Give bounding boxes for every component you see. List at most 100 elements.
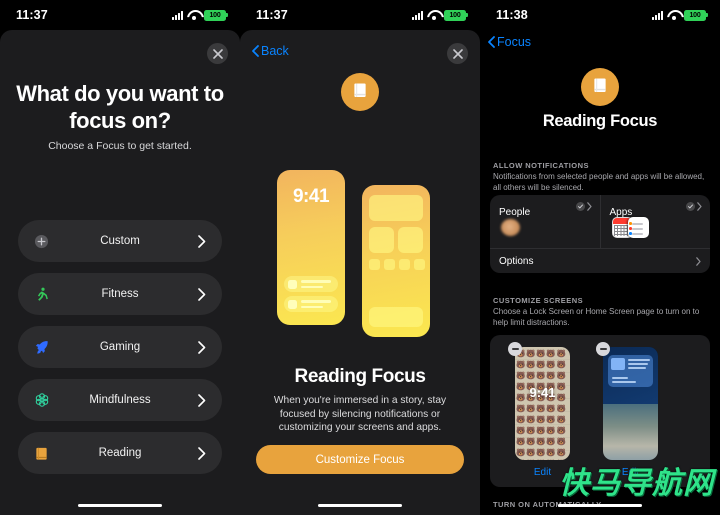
wifi-icon: [427, 10, 440, 20]
book-icon: [351, 81, 369, 104]
close-glyph: [452, 48, 463, 59]
people-label: People: [499, 207, 531, 218]
widget-text-line: [628, 367, 646, 369]
app-placeholder: [414, 259, 425, 270]
notification-app-icon: [288, 299, 297, 309]
apps-controls[interactable]: [686, 202, 702, 211]
notification-placeholder: [284, 296, 338, 312]
nav-back-label: Focus: [497, 35, 532, 49]
chevron-right-icon: [198, 393, 206, 407]
widget-placeholder: [398, 227, 423, 253]
focus-title: Reading Focus: [294, 366, 426, 387]
reminder-line: [631, 227, 643, 230]
home-screen-preview[interactable]: N Edit: [596, 342, 658, 478]
app-placeholder: [399, 259, 410, 270]
chevron-left-icon: [252, 45, 259, 57]
reminder-line: [631, 222, 643, 225]
status-time: 11:37: [256, 8, 288, 22]
widget-thumbnail: [611, 358, 625, 370]
close-glyph: [212, 48, 223, 59]
person-avatar: [501, 219, 520, 236]
focus-option-mindfulness[interactable]: Mindfulness: [18, 379, 222, 421]
battery-full-icon: 100: [204, 9, 226, 21]
focus-option-fitness[interactable]: Fitness: [18, 273, 222, 315]
check-circle-icon: [686, 202, 695, 211]
widget-text-line: [628, 359, 650, 361]
nav-back-button[interactable]: Focus: [488, 35, 531, 49]
minus-circle-icon[interactable]: [596, 342, 610, 356]
people-controls[interactable]: [575, 202, 592, 211]
apps-cell[interactable]: Apps: [599, 195, 711, 248]
widget-text-line: [628, 363, 648, 365]
notification-line: [301, 280, 331, 283]
wifi-icon: [667, 10, 680, 20]
battery-full-icon: 100: [444, 9, 466, 21]
cellular-signal-icon: [172, 10, 183, 20]
close-icon[interactable]: [207, 43, 228, 64]
app-placeholder: [369, 259, 380, 270]
reminder-line: [631, 232, 643, 235]
home-indicator[interactable]: [558, 503, 642, 507]
status-bar: 11:38 100: [480, 0, 720, 30]
focus-option-reading[interactable]: Reading: [18, 432, 222, 474]
battery-full-icon: 100: [684, 9, 706, 21]
status-time: 11:37: [16, 8, 48, 22]
chevron-left-icon: [488, 36, 495, 48]
cellular-signal-icon: [412, 10, 423, 20]
cellular-signal-icon: [652, 10, 663, 20]
back-button[interactable]: Back: [252, 44, 289, 58]
notification-line: [301, 305, 323, 308]
allow-notifications-header: ALLOW NOTIFICATIONS: [493, 161, 589, 170]
focus-badge: [341, 73, 379, 111]
notification-line: [301, 300, 331, 303]
book-icon: [591, 76, 609, 99]
close-icon[interactable]: [447, 43, 468, 64]
chevron-right-icon: [198, 287, 206, 301]
phone-panel-2: 11:37 100 Back 9:41 Reading Focus When y…: [240, 0, 480, 515]
chevron-right-icon: [198, 234, 206, 248]
chevron-right-icon: [696, 256, 701, 266]
status-time: 11:38: [496, 8, 528, 22]
focus-option-custom[interactable]: Custom: [18, 220, 222, 262]
allow-notifications-card: People Apps Options: [490, 195, 710, 273]
allowed-app-icons: [611, 217, 649, 238]
chevron-right-icon: [697, 202, 702, 211]
status-indicators: 100: [652, 9, 706, 21]
widget-placeholder: [369, 195, 423, 221]
options-row[interactable]: Options: [490, 248, 710, 273]
reminders-app-icon: [627, 217, 649, 238]
chevron-right-icon: [198, 340, 206, 354]
home-indicator[interactable]: [318, 503, 402, 507]
focus-badge: [581, 68, 619, 106]
customize-screens-description: Choose a Lock Screen or Home Screen page…: [493, 307, 700, 327]
lock-screen-preview[interactable]: 🐻🐻🐻🐻🐻🐻🐻🐻🐻🐻🐻🐻🐻🐻🐻🐻🐻🐻🐻🐻🐻🐻🐻🐻🐻🐻🐻🐻🐻🐻🐻🐻🐻🐻🐻🐻🐻🐻🐻🐻…: [508, 342, 570, 478]
page-title: What do you want to focus on?: [16, 81, 224, 133]
focus-picker-sheet: What do you want to focus on? Choose a F…: [0, 30, 240, 515]
lock-screen-preview: 9:41: [277, 170, 345, 325]
lock-screen-time: 9:41: [292, 186, 330, 207]
chevron-right-icon: [586, 202, 592, 211]
phone-panel-3: 11:38 100 Focus Reading Focus ALLOW NOTI…: [480, 0, 720, 515]
book-icon: [33, 445, 50, 462]
lock-screen-frame: 🐻🐻🐻🐻🐻🐻🐻🐻🐻🐻🐻🐻🐻🐻🐻🐻🐻🐻🐻🐻🐻🐻🐻🐻🐻🐻🐻🐻🐻🐻🐻🐻🐻🐻🐻🐻🐻🐻🐻🐻…: [515, 347, 570, 460]
home-indicator[interactable]: [78, 503, 162, 507]
status-indicators: 100: [412, 9, 466, 21]
focus-illustration: 9:41: [240, 170, 480, 340]
people-cell[interactable]: People: [490, 195, 600, 248]
dock-placeholder: [369, 307, 423, 327]
screenshot-stage: 11:37 100 What do you want to focus on? …: [0, 0, 720, 515]
customize-focus-button[interactable]: Customize Focus: [256, 445, 464, 474]
check-circle-icon: [575, 202, 585, 211]
focus-option-gaming[interactable]: Gaming: [18, 326, 222, 368]
status-bar: 11:37 100: [0, 0, 240, 30]
page-title: Reading Focus: [542, 112, 658, 130]
customize-screens-header: CUSTOMIZE SCREENS: [493, 296, 584, 305]
site-watermark: 快马导航网: [559, 466, 714, 501]
home-screen-frame: N: [603, 347, 658, 460]
widget-text-line: [612, 377, 628, 379]
focus-description: When you're immersed in a story, stay fo…: [273, 395, 447, 433]
home-screen-wallpaper: [603, 404, 658, 460]
rocket-icon: [33, 339, 50, 356]
back-button-label: Back: [261, 44, 289, 58]
minus-circle-icon[interactable]: [508, 342, 522, 356]
